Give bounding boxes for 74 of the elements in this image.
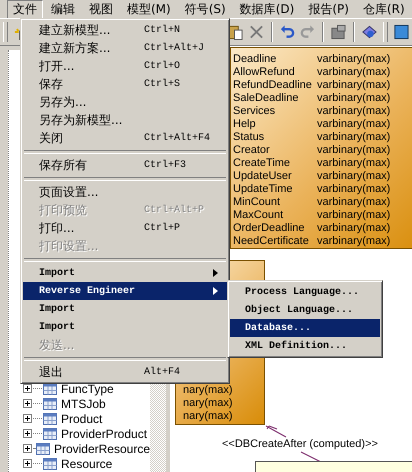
expand-icon[interactable] [23,384,32,393]
column-type: varbinary(max) [317,131,390,144]
column-type: nary(max) [183,397,233,410]
menu-item[interactable]: 保存 Ctrl+S [23,75,227,93]
menu-item[interactable]: 建立新模型... Ctrl+N [23,21,227,39]
column-type: varbinary(max) [317,209,390,222]
tree-item[interactable]: Resource [61,456,112,470]
menu-item[interactable]: Import [23,300,227,318]
tree-item[interactable]: FuncType [61,382,114,396]
link-label: <<DBCreateAfter (computed)>> [222,438,378,450]
menu-item[interactable]: Reverse Engineer [23,282,227,300]
menu-item[interactable]: Import [23,264,227,282]
menu-item[interactable]: 编辑 [45,0,81,18]
column-name: RefundDeadline [232,79,313,92]
expand-icon[interactable] [23,414,32,423]
expand-icon[interactable] [23,444,32,453]
menu-item[interactable]: 保存所有 Ctrl+F3 [23,156,227,174]
undo-icon[interactable] [278,23,296,41]
column-type: varbinary(max) [317,144,390,157]
column-name: Status [232,131,266,144]
column-type: varbinary(max) [317,118,390,131]
menu-item[interactable]: Import [23,318,227,336]
menu-item[interactable]: 视图 [83,0,119,18]
column-name: Deadline [232,53,278,66]
window-icon[interactable] [330,23,348,41]
expand-icon[interactable] [23,429,32,438]
menu-item[interactable]: 打开... Ctrl+O [23,57,227,75]
menu-item[interactable]: Process Language... [230,283,380,301]
column-name: OrderDeadline [232,222,306,235]
column-name: MaxCount [232,209,284,222]
menu-item[interactable]: 页面设置... [23,183,227,201]
menu-item[interactable]: 仓库(R) [356,0,411,18]
column-name: UpdateTime [232,183,294,196]
column-name: NeedCertificate [232,235,310,248]
column-type: nary(max) [183,384,233,397]
column-type: varbinary(max) [317,105,390,118]
column-type: nary(max) [183,410,233,423]
tree-item[interactable]: ProviderProduct [61,426,148,440]
column-name: CreateTime [232,157,292,170]
column-type: varbinary(max) [317,235,390,248]
column-type: varbinary(max) [317,196,390,209]
column-type: varbinary(max) [317,183,390,196]
column-type: varbinary(max) [317,222,390,235]
menu-item[interactable]: 模型(M) [121,0,177,18]
menu-item[interactable]: 退出 Alt+F4 [23,363,227,381]
column-name: SaleDeadline [232,92,300,105]
menu-item[interactable]: 数据库(D) [234,0,300,18]
menu-item[interactable]: 另存为新模型... [23,111,227,129]
menu-item[interactable]: 另存为... [23,93,227,111]
column-name: MinCount [232,196,282,209]
menu-item[interactable]: Object Language... [230,301,380,319]
expand-icon[interactable] [23,459,32,468]
menu-item[interactable]: 打印... Ctrl+P [23,219,227,237]
column-name: AllowRefund [232,66,296,79]
column-type: varbinary(max) [317,92,390,105]
column-type: varbinary(max) [317,66,390,79]
column-name: Help [232,118,257,131]
menu-item[interactable]: 符号(S) [178,0,232,18]
column-type: varbinary(max) [317,79,390,92]
tree-item[interactable]: MTSJob [61,396,106,410]
column-name: UpdateUser [232,170,293,183]
column-name: Services [232,105,276,118]
menu-item[interactable]: Database... [230,319,380,337]
menu-item[interactable]: XML Definition... [230,337,380,355]
expand-icon[interactable] [23,399,32,408]
tree-item[interactable]: ProviderResource [54,442,150,456]
column-type: varbinary(max) [317,157,390,170]
column-name: Creator [232,144,271,157]
menu-item[interactable]: 关闭 Ctrl+Alt+F4 [23,129,227,147]
tree-item[interactable]: Product [61,412,102,426]
menu-item[interactable]: 建立新方案... Ctrl+Alt+J [23,39,227,57]
column-type: varbinary(max) [317,170,390,183]
menu-item[interactable]: 报告(P) [302,0,355,18]
column-type: varbinary(max) [317,53,390,66]
